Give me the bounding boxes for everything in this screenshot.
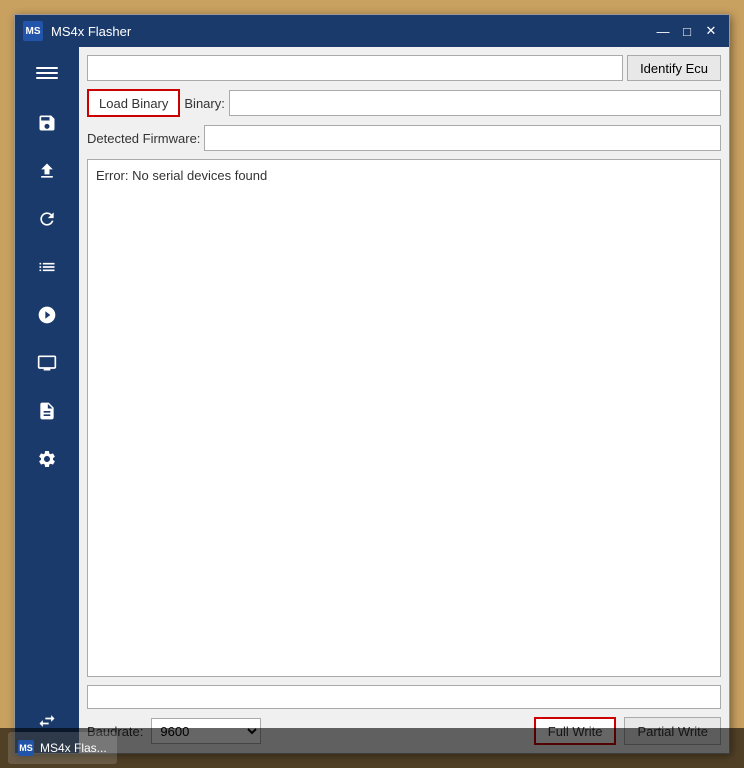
progress-bar [87,685,721,709]
sidebar-item-upload[interactable] [25,151,69,195]
detected-firmware-input[interactable] [204,125,721,151]
main-content: Identify Ecu Load Binary Binary: Detecte… [15,47,729,753]
document-icon [37,401,57,426]
binary-field-label: Binary: [184,96,224,111]
minimize-button[interactable]: — [653,21,673,41]
detected-firmware-label: Detected Firmware: [87,131,200,146]
top-row: Identify Ecu [87,55,721,81]
taskbar-app-label: MS4x Flas... [40,741,107,755]
firmware-row: Detected Firmware: [87,125,721,151]
window-title: MS4x Flasher [51,24,653,39]
save-icon [37,113,57,138]
title-bar: MS MS4x Flasher — □ ✕ [15,15,729,47]
close-button[interactable]: ✕ [701,21,721,41]
sidebar-item-save[interactable] [25,103,69,147]
diagnostics-icon [37,305,57,330]
main-window: MS MS4x Flasher — □ ✕ [14,14,730,754]
app-icon: MS [23,21,43,41]
sidebar-item-diagnostics[interactable] [25,295,69,339]
main-panel: Identify Ecu Load Binary Binary: Detecte… [79,47,729,753]
ecu-input[interactable] [87,55,623,81]
identify-ecu-button[interactable]: Identify Ecu [627,55,721,81]
window-controls: — □ ✕ [653,21,721,41]
display-icon [37,353,57,378]
log-content: Error: No serial devices found [96,168,267,183]
sidebar-item-refresh[interactable] [25,199,69,243]
log-area: Error: No serial devices found [87,159,721,677]
hamburger-line-3 [36,77,58,79]
maximize-button[interactable]: □ [677,21,697,41]
upload-icon [37,161,57,186]
binary-input[interactable] [229,90,721,116]
taskbar-app-icon: MS [18,740,34,756]
sidebar-item-settings[interactable] [25,439,69,483]
sidebar-item-display[interactable] [25,343,69,387]
taskbar: MS MS4x Flas... [0,728,744,768]
settings-icon [37,449,57,474]
sidebar [15,47,79,753]
taskbar-app-item[interactable]: MS MS4x Flas... [8,732,117,764]
hamburger-line-2 [36,72,58,74]
refresh-icon [37,209,57,234]
sidebar-item-document[interactable] [25,391,69,435]
list-icon [37,257,57,282]
binary-row: Load Binary Binary: [87,89,721,117]
hamburger-menu-button[interactable] [25,55,69,91]
hamburger-line-1 [36,67,58,69]
sidebar-item-list[interactable] [25,247,69,291]
load-binary-button[interactable]: Load Binary [87,89,180,117]
